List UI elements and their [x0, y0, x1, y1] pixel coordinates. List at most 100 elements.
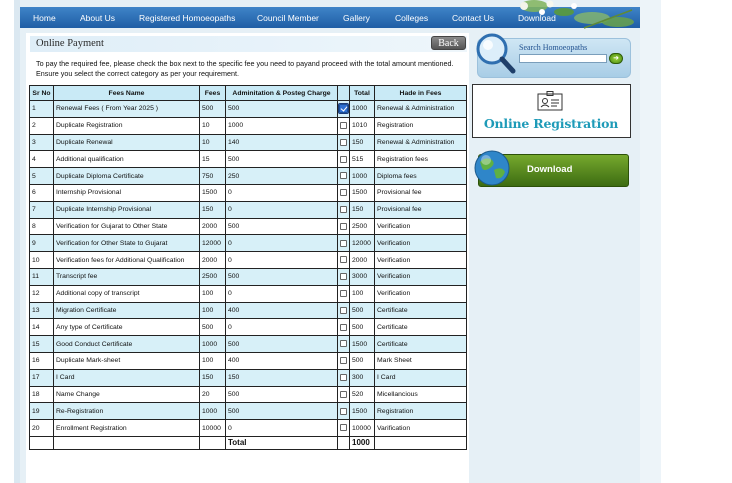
fee-checkbox[interactable] [340, 222, 347, 230]
nav-about-us[interactable]: About Us [80, 13, 115, 23]
row-checkbox-cell [337, 284, 350, 303]
row-total: 500 [349, 351, 375, 370]
row-sr-no: 16 [29, 351, 54, 370]
total-row-blank-3 [199, 435, 226, 450]
row-checkbox-cell [337, 318, 350, 337]
fee-checkbox[interactable] [340, 172, 347, 180]
header-admin-charge: Adminitation & Posteg Charge [225, 85, 338, 101]
row-sr-no: 7 [29, 200, 54, 219]
row-fees-name: Additional copy of transcript [53, 284, 200, 303]
search-input[interactable] [519, 54, 607, 63]
row-fees: 20 [199, 385, 226, 404]
row-total: 2500 [349, 217, 375, 236]
fee-checkbox[interactable] [340, 206, 347, 214]
fee-checkbox[interactable] [338, 103, 349, 115]
row-head-in-fees: Diploma fees [374, 167, 467, 185]
row-fees: 2000 [199, 251, 226, 269]
table-row: 2 Duplicate Registration 10 1000 1010 Registr… [29, 116, 467, 135]
row-head-in-fees: Provisional fee [374, 183, 467, 202]
row-total: 500 [349, 318, 375, 337]
table-row: 20 Enrollment Registration 10000 0 10000 Vari… [29, 419, 467, 437]
row-fees-name: Duplicate Internship Provisional [53, 200, 200, 219]
row-admin-charge: 250 [225, 167, 338, 185]
row-checkbox-cell [337, 335, 350, 353]
fee-checkbox[interactable] [340, 374, 347, 381]
row-fees: 150 [199, 368, 226, 387]
row-checkbox-cell [337, 200, 350, 219]
table-row: 7 Duplicate Internship Provisional 150 0 150… [29, 200, 467, 219]
download-label: Download [527, 164, 573, 175]
flower-decoration-icon [520, 0, 634, 29]
row-head-in-fees: Varification [374, 419, 467, 437]
fee-checkbox[interactable] [340, 357, 347, 365]
row-checkbox-cell [337, 234, 350, 253]
row-head-in-fees: Certificate [374, 335, 467, 353]
search-go-button[interactable]: ➜ [609, 53, 623, 64]
nav-registered-homoeopaths[interactable]: Registered Homoeopaths [139, 13, 235, 23]
row-fees: 100 [199, 351, 226, 370]
table-row: 9 Verification for Other State to Gujarat… [29, 234, 467, 253]
row-head-in-fees: Verification [374, 267, 467, 286]
row-checkbox-cell [337, 167, 350, 185]
row-fees-name: Verification for Other State to Gujarat [53, 234, 200, 253]
row-head-in-fees: Micellancious [374, 385, 467, 404]
row-admin-charge: 0 [225, 318, 338, 337]
online-registration-label: Online Registration [483, 116, 619, 131]
row-fees-name: Duplicate Diploma Certificate [53, 167, 200, 185]
row-total: 1500 [349, 183, 375, 202]
fee-checkbox[interactable] [340, 239, 347, 247]
row-fees: 500 [199, 318, 226, 337]
arrow-right-icon: ➜ [613, 55, 619, 62]
header-fees: Fees [199, 85, 226, 101]
row-sr-no: 1 [29, 100, 54, 118]
row-admin-charge: 500 [225, 150, 338, 169]
table-row: 10 Verification fees for Additional Quali… [29, 251, 467, 269]
row-fees: 1500 [199, 183, 226, 202]
back-button[interactable]: Back [431, 36, 466, 50]
row-fees-name: Duplicate Mark-sheet [53, 351, 200, 370]
fee-checkbox[interactable] [340, 155, 347, 163]
row-checkbox-cell [337, 150, 350, 169]
nav-contact-us[interactable]: Contact Us [452, 13, 494, 23]
nav-council-member[interactable]: Council Member [257, 13, 319, 23]
row-checkbox-cell [337, 116, 350, 135]
row-fees-name: Duplicate Registration [53, 116, 200, 135]
nav-gallery[interactable]: Gallery [343, 13, 370, 23]
fee-checkbox[interactable] [340, 340, 347, 348]
row-head-in-fees: Verification [374, 234, 467, 253]
fee-checkbox[interactable] [340, 306, 347, 314]
header-fees-name: Fees Name [53, 85, 200, 101]
fee-checkbox[interactable] [340, 273, 347, 281]
fee-checkbox[interactable] [340, 122, 347, 130]
row-checkbox-cell [337, 419, 350, 437]
row-fees-name: Internship Provisional [53, 183, 200, 202]
row-sr-no: 19 [29, 402, 54, 421]
row-fees: 10 [199, 133, 226, 152]
fee-checkbox[interactable] [340, 290, 347, 298]
fee-checkbox[interactable] [340, 407, 347, 415]
row-head-in-fees: Verification [374, 284, 467, 303]
nav-colleges[interactable]: Colleges [395, 13, 428, 23]
nav-home[interactable]: Home [33, 13, 56, 23]
fee-checkbox[interactable] [340, 138, 347, 146]
row-fees: 500 [199, 100, 226, 118]
row-total: 500 [349, 301, 375, 320]
fee-checkbox[interactable] [340, 390, 347, 398]
row-sr-no: 12 [29, 284, 54, 303]
magnifier-icon [476, 33, 516, 74]
row-fees-name: Migration Certificate [53, 301, 200, 320]
fee-checkbox[interactable] [340, 424, 347, 432]
row-total: 1500 [349, 335, 375, 353]
row-sr-no: 20 [29, 419, 54, 437]
fee-checkbox[interactable] [340, 256, 347, 264]
row-head-in-fees: Certificate [374, 318, 467, 337]
fee-checkbox[interactable] [340, 323, 347, 331]
table-row: 15 Good Conduct Certificate 1000 500 1500 Cer… [29, 335, 467, 353]
fee-checkbox[interactable] [340, 189, 347, 197]
total-row: Total 1000 [29, 435, 467, 450]
row-head-in-fees: Certificate [374, 301, 467, 320]
row-total: 150 [349, 200, 375, 219]
row-admin-charge: 500 [225, 267, 338, 286]
row-admin-charge: 500 [225, 100, 338, 118]
row-fees-name: Duplicate Renewal [53, 133, 200, 152]
